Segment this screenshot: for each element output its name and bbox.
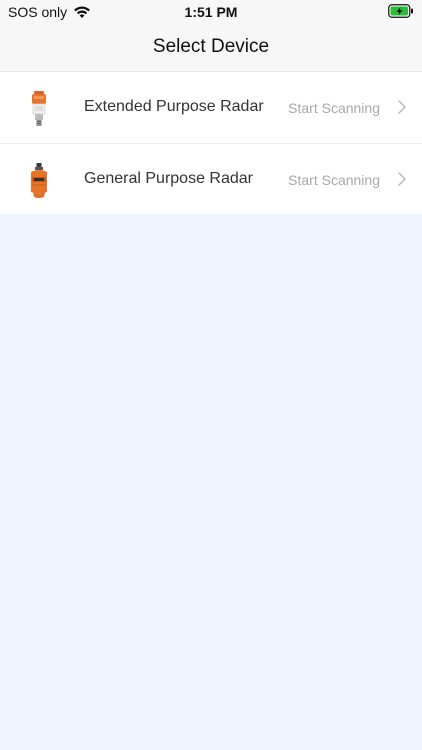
- page-title: Select Device: [152, 36, 270, 57]
- extended-radar-device-image: [26, 90, 52, 128]
- chevron-right-icon: [398, 100, 406, 114]
- status-time: 1:51 PM: [184, 4, 238, 20]
- device-row-general-purpose-radar[interactable]: General Purpose Radar Start Scanning: [0, 144, 422, 214]
- device-row-extended-purpose-radar[interactable]: Extended Purpose Radar Start Scanning: [0, 72, 422, 144]
- general-radar-device-image: [26, 162, 52, 200]
- device-list: Extended Purpose Radar Start Scanning Ge…: [0, 72, 422, 214]
- navigation-bar: Select Device: [0, 24, 422, 72]
- start-scanning-button[interactable]: Start Scanning: [288, 172, 380, 188]
- start-scanning-button[interactable]: Start Scanning: [288, 100, 380, 116]
- chevron-right-icon: [398, 172, 406, 186]
- device-label: Extended Purpose Radar: [84, 98, 264, 115]
- device-label: General Purpose Radar: [84, 170, 253, 187]
- battery-charging-icon: [388, 4, 414, 23]
- status-bar: SOS only 1:51 PM: [0, 0, 422, 24]
